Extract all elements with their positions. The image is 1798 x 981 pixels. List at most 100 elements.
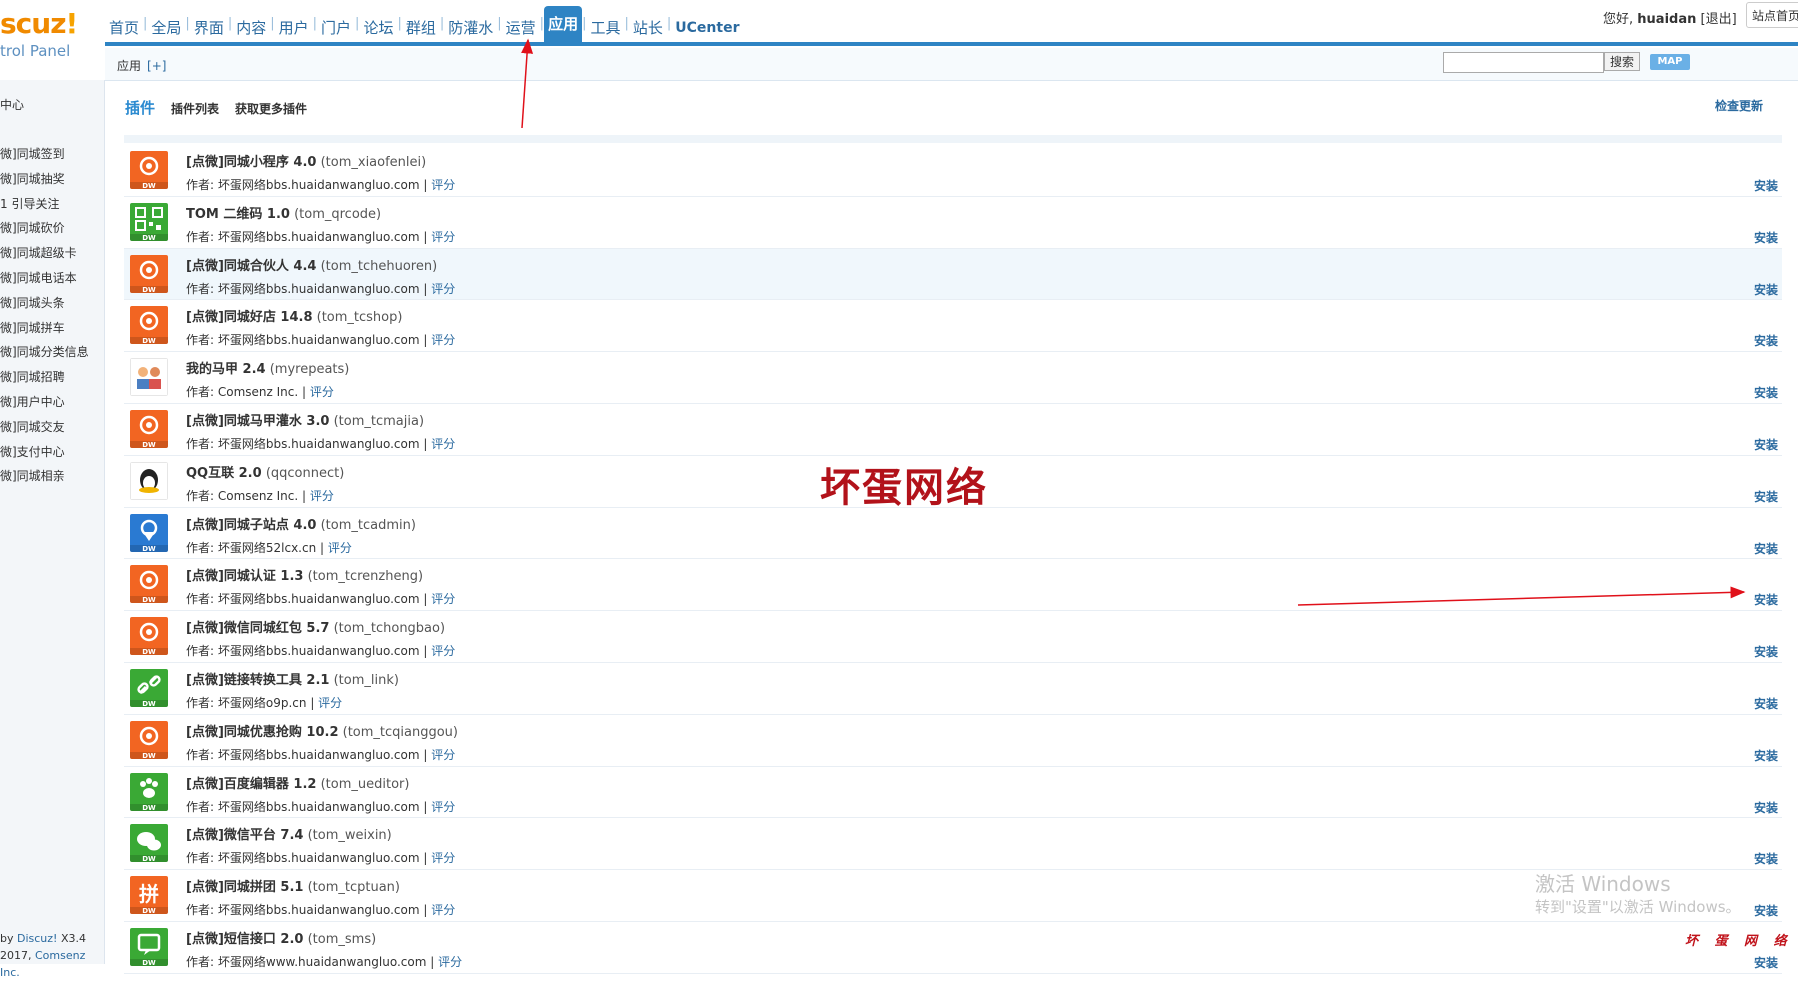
sidebar-item[interactable]: 1 引导关注 <box>0 192 89 217</box>
sidebar-item[interactable]: 微]支付中心 <box>0 440 89 465</box>
sms-icon: DW <box>130 927 168 966</box>
install-button[interactable]: 安装 <box>1754 229 1778 246</box>
plugin-row: DW [点微]同城好店 14.8 (tom_tcshop) 作者: 坏蛋网络bbs.… <box>124 300 1782 353</box>
sidebar-top-item[interactable]: 中心 <box>0 96 24 113</box>
sidebar-item[interactable]: 微]同城交友 <box>0 415 89 440</box>
plugin-identifier: (tom_tcqianggou) <box>342 724 458 740</box>
install-button[interactable]: 安装 <box>1754 281 1778 298</box>
rate-link[interactable]: 评分 <box>431 230 455 244</box>
rate-link[interactable]: 评分 <box>431 903 455 917</box>
install-button[interactable]: 安装 <box>1754 695 1778 712</box>
sidebar-item[interactable]: 微]同城头条 <box>0 291 89 316</box>
nav-tab-7[interactable]: 群组 <box>402 10 440 42</box>
add-shortcut-link[interactable]: [+] <box>147 59 166 73</box>
sidebar-item[interactable]: 微]同城拼车 <box>0 316 89 341</box>
link-icon: DW <box>130 668 168 707</box>
rate-link[interactable]: 评分 <box>431 644 455 658</box>
nav-tab-11[interactable]: 工具 <box>586 10 624 42</box>
sidebar-item[interactable]: 微]同城超级卡 <box>0 241 89 266</box>
install-button[interactable]: 安装 <box>1754 332 1778 349</box>
sidebar-item[interactable]: 微]同城相亲 <box>0 464 89 489</box>
site-home-button[interactable]: 站点首页 <box>1746 2 1798 28</box>
plugin-row: 拼 DW [点微]同城拼团 5.1 (tom_tcptuan) 作者: 坏蛋网络bbs… <box>124 870 1782 922</box>
install-button[interactable]: 安装 <box>1754 747 1778 764</box>
install-button[interactable]: 安装 <box>1754 384 1778 401</box>
install-button[interactable]: 安装 <box>1754 177 1778 194</box>
search-input[interactable] <box>1443 52 1604 73</box>
rate-link[interactable]: 评分 <box>310 489 334 503</box>
plugin-identifier: (tom_weixin) <box>307 828 392 844</box>
plugin-title: QQ互联 2.0 <box>186 465 262 481</box>
plugin-identifier: (tom_tchongbao) <box>333 621 446 637</box>
logout-link[interactable]: [退出] <box>1701 12 1737 27</box>
map-button[interactable]: MAP <box>1650 54 1690 70</box>
rate-link[interactable]: 评分 <box>438 955 462 969</box>
tab-2[interactable]: 获取更多插件 <box>235 102 307 116</box>
nav-tab-9[interactable]: 运营 <box>502 10 540 42</box>
sidebar-item[interactable]: 微]同城电话本 <box>0 266 89 291</box>
discuz-logo[interactable]: scuz! trol Panel <box>0 4 100 76</box>
sidebar-item[interactable]: 微]同城砍价 <box>0 216 89 241</box>
tab-1[interactable]: 插件列表 <box>171 102 219 116</box>
rate-link[interactable]: 评分 <box>431 800 455 814</box>
plugin-title: [点微]同城子站点 4.0 <box>186 517 317 533</box>
rate-link[interactable]: 评分 <box>318 696 342 710</box>
install-button[interactable]: 安装 <box>1754 540 1778 557</box>
sidebar-item[interactable]: 微]用户中心 <box>0 390 89 415</box>
sidebar-item[interactable]: 微]同城分类信息 <box>0 340 89 365</box>
install-button[interactable]: 安装 <box>1754 488 1778 505</box>
install-button[interactable]: 安装 <box>1754 436 1778 453</box>
install-button[interactable]: 安装 <box>1754 954 1778 971</box>
author-name: 坏蛋网络bbs.huaidanwangluo.com <box>217 178 420 192</box>
mini-program-icon: DW <box>130 151 168 189</box>
sidebar: 中心 微]同城签到 微]同城抽奖 1 引导关注 微]同城砍价 微]同城超级卡 微]同城电话… <box>0 80 105 979</box>
nav-tab-3[interactable]: 内容 <box>232 10 270 42</box>
svg-text:DW: DW <box>142 855 156 862</box>
plugin-row: DW [点微]微信平台 7.4 (tom_weixin) 作者: 坏蛋网络bbs.h… <box>124 818 1782 871</box>
plugin-title: [点微]同城合伙人 4.4 <box>186 258 317 274</box>
plugin-name: [点微]短信接口 2.0 (tom_sms) <box>186 928 376 947</box>
plugin-row: DW [点微]链接转换工具 2.1 (tom_link) 作者: 坏蛋网络o9p.c… <box>124 663 1782 715</box>
nav-tab-8[interactable]: 防灌水 <box>444 10 497 42</box>
nav-tab-6[interactable]: 论坛 <box>359 10 397 42</box>
install-button[interactable]: 安装 <box>1754 902 1778 919</box>
author-name: 坏蛋网络52lcx.cn <box>217 540 317 555</box>
discuz-link[interactable]: Discuz! <box>17 932 57 945</box>
install-button[interactable]: 安装 <box>1754 643 1778 660</box>
install-button[interactable]: 安装 <box>1754 799 1778 816</box>
author-name: Comsenz Inc. <box>217 385 299 400</box>
rate-link[interactable]: 评分 <box>431 282 455 296</box>
rate-link[interactable]: 评分 <box>328 541 352 555</box>
sidebar-item[interactable]: 微]同城抽奖 <box>0 167 89 192</box>
rate-link[interactable]: 评分 <box>431 333 455 347</box>
plugin-name: [点微]同城优惠抢购 10.2 (tom_tcqianggou) <box>186 721 458 740</box>
rate-link[interactable]: 评分 <box>310 385 334 399</box>
rate-link[interactable]: 评分 <box>431 592 455 606</box>
sidebar-item[interactable]: 微]同城签到 <box>0 142 89 167</box>
nav-tab-2[interactable]: 界面 <box>190 10 228 42</box>
logo-subtitle: trol Panel <box>0 42 71 60</box>
nav-tab-12[interactable]: 站长 <box>629 10 667 42</box>
rate-link[interactable]: 评分 <box>431 437 455 451</box>
install-button[interactable]: 安装 <box>1754 850 1778 867</box>
rate-link[interactable]: 评分 <box>431 178 455 192</box>
plugin-tabs: 插件 插件列表 获取更多插件 <box>125 97 323 118</box>
install-button[interactable]: 安装 <box>1754 591 1778 608</box>
plugin-identifier: (tom_link) <box>333 672 399 688</box>
sidebar-item[interactable]: 微]同城招聘 <box>0 365 89 390</box>
svg-text:DW: DW <box>142 804 156 811</box>
tab-0[interactable]: 插件 <box>125 99 155 117</box>
nav-tab-10[interactable]: 应用 <box>544 6 583 42</box>
check-update-link[interactable]: 检查更新 <box>1715 97 1763 114</box>
nav-tab-1[interactable]: 全局 <box>147 10 185 42</box>
search-button[interactable]: 搜索 <box>1604 52 1640 71</box>
rate-link[interactable]: 评分 <box>431 851 455 865</box>
nav-tab-13[interactable]: UCenter <box>671 10 743 42</box>
author-name: 坏蛋网络bbs.huaidanwangluo.com <box>217 903 420 918</box>
rate-link[interactable]: 评分 <box>431 748 455 762</box>
plugin-author: 作者: 坏蛋网络bbs.huaidanwangluo.com | 评分 <box>186 281 456 296</box>
nav-tab-5[interactable]: 门户 <box>317 10 355 42</box>
nav-tab-0[interactable]: 首页 <box>105 10 143 42</box>
plugin-row: DW [点微]同城子站点 4.0 (tom_tcadmin) 作者: 坏蛋网络52l… <box>124 508 1782 560</box>
nav-tab-4[interactable]: 用户 <box>275 10 313 42</box>
